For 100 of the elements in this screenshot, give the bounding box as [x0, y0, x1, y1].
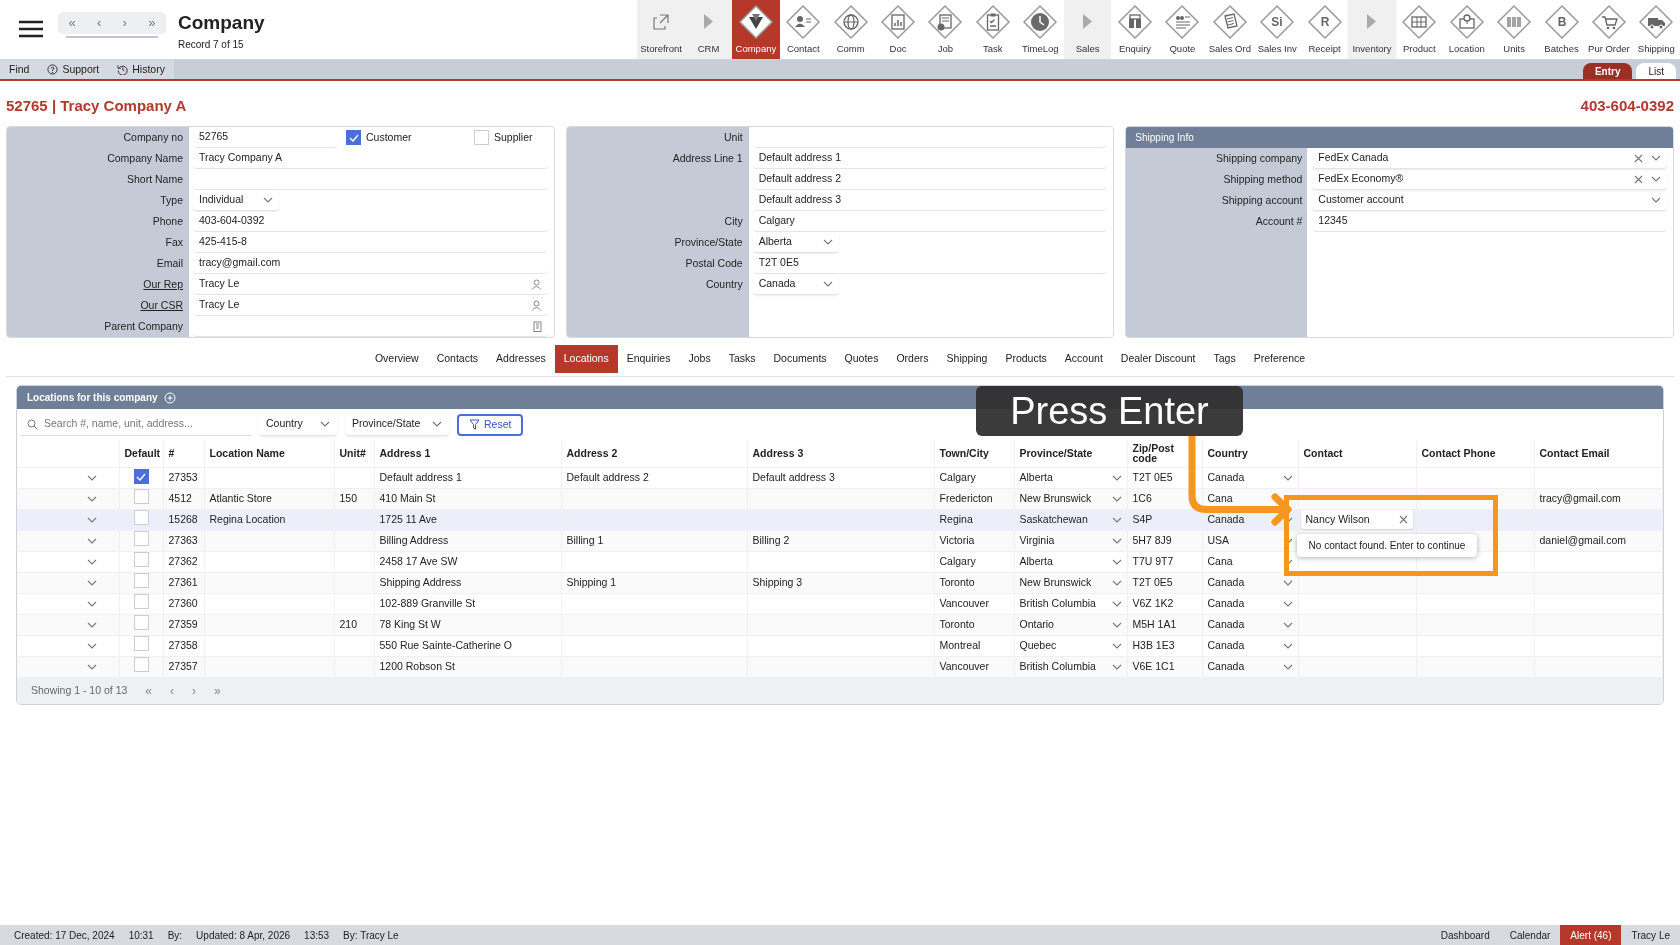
field-label-link[interactable]: Our Rep — [7, 274, 189, 295]
tab[interactable]: Contacts — [427, 345, 488, 373]
select-field[interactable]: Alberta — [752, 232, 839, 253]
chevron-down-icon — [1111, 537, 1122, 544]
table-cell: Shipping 1 — [561, 572, 747, 593]
module-tab[interactable]: Storefront — [637, 0, 685, 59]
module-tab[interactable]: CRM — [684, 0, 733, 59]
table-row[interactable]: 27353 Default address 1 Default address 2 Default address 3 Calgary Alberta T2T 0E5 Canada — [17, 467, 1663, 488]
column-header: Contact Phone — [1416, 440, 1534, 467]
status-text: By: — [167, 928, 183, 943]
input-field[interactable]: Tracy Company A — [193, 148, 548, 169]
caret-right-icon — [1367, 13, 1377, 29]
close-icon[interactable] — [1398, 515, 1408, 524]
table-cell: 102-889 Granville St — [374, 593, 561, 614]
table-cell: T7U 9T7 — [1127, 551, 1202, 572]
add-icon[interactable] — [163, 391, 176, 404]
menu-icon[interactable] — [18, 19, 44, 39]
tab[interactable]: Account — [1055, 345, 1112, 373]
expand-chevron-icon[interactable] — [86, 516, 97, 523]
filter-select[interactable]: Country — [259, 413, 337, 436]
tab[interactable]: Addresses — [487, 345, 555, 373]
field-value: 425-415-8 — [199, 234, 247, 250]
pager-button[interactable]: › — [118, 13, 131, 33]
table-row[interactable]: 27358 550 Rue Sainte-Catherine O Montreal Quebec H3B 1E3 Canada — [17, 635, 1663, 656]
select-field[interactable]: Individual — [193, 190, 279, 211]
table-cell: 550 Rue Sainte-Catherine O — [374, 635, 561, 656]
table-cell: V6Z 1K2 — [1127, 593, 1202, 614]
table-row[interactable]: 27359 210 78 King St W Toronto Ontario M5H 1A1 Canada — [17, 614, 1663, 635]
input-field[interactable]: Default address 3 — [752, 190, 1108, 211]
search-field[interactable]: Search #, name, unit, address... — [21, 413, 251, 436]
tab[interactable]: Jobs — [679, 345, 720, 373]
input-field[interactable]: Tracy Le — [193, 295, 548, 316]
contact-input[interactable]: Nancy Wilson — [1300, 510, 1413, 529]
select-field[interactable]: FedEx Canada — [1312, 148, 1667, 169]
close-icon[interactable] — [1634, 174, 1643, 184]
person-icon[interactable] — [530, 278, 542, 290]
table-row[interactable]: 15268 Regina Location 1725 11 Ave Regina Saskatchewan S4P Canada Nancy Wilson — [17, 509, 1663, 530]
tab[interactable]: Documents — [764, 345, 836, 373]
expand-chevron-icon[interactable] — [86, 579, 97, 586]
input-field[interactable]: 12345 — [1312, 211, 1667, 232]
expand-chevron-icon[interactable] — [86, 495, 97, 502]
table-row[interactable]: 4512 Atlantic Store 150 410 Main St Fredericton New Brunswick 1C6 Cana tracy@gmail.com — [17, 488, 1663, 509]
checkbox[interactable] — [133, 469, 149, 485]
table-row[interactable]: 27361 Shipping Address Shipping 1 Shipping 3 Toronto New Brunswick T2T 0E5 Canada — [17, 572, 1663, 593]
input-field[interactable]: T2T 0E5 — [752, 253, 1108, 274]
table-row[interactable]: 27360 102-889 Granville St Vancouver British Columbia V6Z 1K2 Canada — [17, 593, 1663, 614]
chevron-down-icon — [1111, 663, 1122, 670]
toolbar-button[interactable]: History — [108, 60, 174, 79]
input-field[interactable]: 425-415-8 — [193, 232, 548, 253]
expand-chevron-icon[interactable] — [86, 621, 97, 628]
expand-chevron-icon[interactable] — [86, 537, 97, 544]
status-button[interactable]: Dashboard — [1430, 925, 1500, 945]
input-field[interactable]: Default address 2 — [752, 169, 1108, 190]
expand-chevron-icon[interactable] — [86, 558, 97, 565]
tab[interactable]: Shipping — [937, 345, 997, 373]
tab[interactable]: Quotes — [835, 345, 888, 373]
module-tab[interactable]: Company — [732, 0, 780, 59]
field-label-link[interactable]: Our CSR — [7, 295, 189, 316]
status-button[interactable]: Calendar — [1499, 925, 1561, 945]
filter-select[interactable]: Province/State — [345, 413, 449, 436]
select-field[interactable]: Customer account — [1312, 190, 1667, 211]
input-field[interactable]: Tracy Le — [193, 274, 548, 295]
pager-button[interactable]: « — [64, 13, 80, 33]
tab[interactable]: Locations — [554, 345, 618, 373]
toolbar-button[interactable]: Support — [38, 60, 109, 79]
pager-button[interactable]: ‹ — [93, 13, 106, 33]
view-tab[interactable]: Entry — [1582, 63, 1633, 79]
select-field[interactable]: FedEx Economy® — [1312, 169, 1667, 190]
chevron-down-icon — [263, 197, 273, 203]
person-icon[interactable] — [530, 299, 542, 311]
tab[interactable]: Orders — [887, 345, 938, 373]
module-tab[interactable]: Inventory — [1348, 0, 1396, 59]
expand-chevron-icon[interactable] — [86, 474, 97, 481]
building-icon[interactable] — [532, 320, 542, 332]
close-icon[interactable] — [1634, 153, 1643, 163]
expand-chevron-icon[interactable] — [86, 642, 97, 649]
tab[interactable]: Tags — [1204, 345, 1245, 373]
tab[interactable]: Tasks — [719, 345, 765, 373]
pager-button[interactable]: » — [144, 13, 160, 33]
input-field[interactable]: Default address 1 — [752, 148, 1108, 169]
reset-button[interactable]: Reset — [457, 413, 524, 436]
status-button[interactable]: Alert (46) — [1560, 925, 1622, 945]
module-tab[interactable]: Sales — [1063, 0, 1112, 59]
expand-chevron-icon[interactable] — [86, 600, 97, 607]
toolbar-button[interactable]: Find — [0, 60, 39, 79]
table-row[interactable]: 27357 1200 Robson St Vancouver British Columbia V6E 1C1 Canada — [17, 656, 1663, 677]
tab[interactable]: Dealer Discount — [1111, 345, 1205, 373]
select-field[interactable]: Canada — [752, 274, 839, 295]
view-tab[interactable]: List — [1636, 63, 1676, 79]
tab[interactable]: Preference — [1244, 345, 1315, 373]
expand-chevron-icon[interactable] — [86, 664, 97, 671]
tab[interactable]: Products — [996, 345, 1056, 373]
input-field[interactable]: 403-604-0392 — [193, 211, 548, 232]
input-field[interactable]: Calgary — [752, 211, 1108, 232]
status-button[interactable]: Tracy Le — [1621, 925, 1680, 945]
tab[interactable]: Overview — [365, 345, 428, 373]
tab[interactable]: Enquiries — [617, 345, 680, 373]
checkbox[interactable] — [346, 130, 361, 145]
input-field[interactable]: tracy@gmail.com — [193, 253, 548, 274]
input-field[interactable]: 52765 — [193, 127, 338, 148]
